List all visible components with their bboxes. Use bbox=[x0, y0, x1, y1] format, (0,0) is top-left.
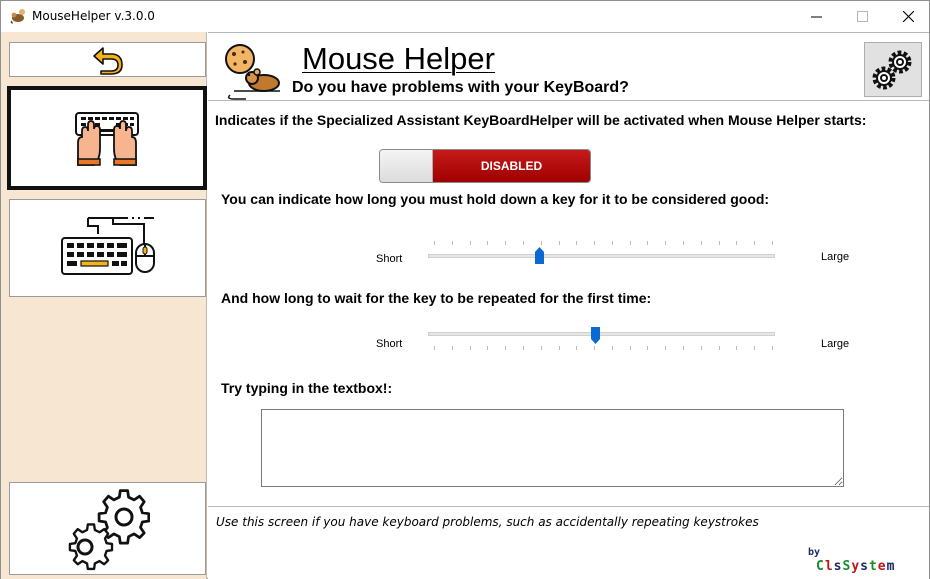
slider-tick bbox=[558, 346, 560, 350]
slider-tick bbox=[647, 241, 649, 245]
slider-tick bbox=[522, 241, 524, 245]
sidebar bbox=[1, 32, 207, 579]
brand-letter: t bbox=[868, 559, 878, 574]
slider-min-label: Short bbox=[376, 253, 403, 265]
back-button[interactable] bbox=[9, 42, 206, 77]
slider-tick bbox=[700, 346, 702, 350]
repeat-delay-slider[interactable]: Short Large bbox=[208, 322, 929, 362]
slider-max-label: Large bbox=[821, 251, 850, 263]
slider-tick bbox=[629, 346, 631, 350]
settings-button[interactable] bbox=[864, 42, 922, 97]
brand-logo: ClsSystem bbox=[816, 559, 895, 574]
slider-thumb[interactable] bbox=[590, 327, 601, 345]
sidebar-item-keyboard-mouse[interactable] bbox=[9, 199, 206, 297]
slider-max-label: Large bbox=[821, 338, 850, 350]
slider-tick bbox=[754, 241, 756, 245]
sidebar-item-settings[interactable] bbox=[9, 482, 206, 575]
slider-track[interactable] bbox=[428, 254, 775, 258]
slider-tick bbox=[469, 346, 471, 350]
mouse-cookie-icon bbox=[225, 44, 280, 100]
slider-thumb[interactable] bbox=[534, 247, 545, 265]
slider-tick bbox=[505, 241, 507, 245]
activate-label: Indicates if the Specialized Assistant K… bbox=[215, 112, 867, 128]
toggle-state-label: DISABLED bbox=[433, 150, 590, 182]
test-textbox[interactable] bbox=[261, 409, 844, 487]
app-window: MouseHelper v.3.0.0 Mouse Helper Do you … bbox=[0, 0, 930, 579]
minimize-button[interactable] bbox=[793, 1, 839, 32]
minimize-icon bbox=[810, 16, 822, 17]
gears-icon bbox=[68, 488, 150, 570]
slider-tick bbox=[540, 241, 542, 245]
slider-ticks bbox=[434, 241, 773, 247]
slider-tick bbox=[451, 346, 453, 350]
slider-tick bbox=[736, 241, 738, 245]
slider-tick bbox=[611, 346, 613, 350]
footer: Use this screen if you have keyboard pro… bbox=[208, 506, 929, 579]
help-text: Use this screen if you have keyboard pro… bbox=[216, 515, 759, 529]
by-label: by bbox=[808, 547, 821, 558]
brand-letter: y bbox=[851, 559, 861, 574]
brand-letter: m bbox=[886, 559, 896, 574]
slider-tick bbox=[451, 241, 453, 245]
brand-letter: l bbox=[824, 559, 834, 574]
slider-tick bbox=[594, 241, 596, 245]
slider-tick bbox=[736, 346, 738, 350]
gears-icon bbox=[872, 50, 912, 89]
brand-letter: C bbox=[816, 559, 825, 574]
main-panel: Mouse Helper Do you have problems with y… bbox=[208, 32, 929, 579]
hold-duration-slider[interactable]: Short Large bbox=[208, 237, 929, 277]
brand-letter: s bbox=[860, 559, 869, 574]
window-title: MouseHelper v.3.0.0 bbox=[32, 9, 155, 23]
keyboard-mouse-icon bbox=[60, 217, 155, 275]
maximize-button[interactable] bbox=[839, 1, 885, 32]
slider-tick bbox=[665, 346, 667, 350]
slider-tick bbox=[487, 241, 489, 245]
slider-tick bbox=[505, 346, 507, 350]
slider-tick bbox=[700, 241, 702, 245]
title-bar[interactable]: MouseHelper v.3.0.0 bbox=[1, 1, 929, 32]
slider-tick bbox=[540, 346, 542, 350]
repeat-delay-label: And how long to wait for the key to be r… bbox=[221, 290, 652, 306]
toggle-knob[interactable] bbox=[380, 150, 433, 182]
page-subtitle: Do you have problems with your KeyBoard? bbox=[292, 79, 629, 96]
slider-tick bbox=[718, 241, 720, 245]
maximize-icon bbox=[856, 11, 868, 22]
app-name: Mouse Helper bbox=[302, 41, 495, 76]
slider-tick bbox=[558, 241, 560, 245]
close-icon bbox=[902, 11, 914, 22]
slider-tick bbox=[683, 346, 685, 350]
slider-tick bbox=[434, 346, 435, 350]
slider-tick bbox=[611, 241, 613, 245]
brand-letter: e bbox=[877, 559, 887, 574]
slider-tick bbox=[772, 241, 773, 245]
slider-ticks bbox=[434, 346, 773, 352]
slider-tick bbox=[683, 241, 685, 245]
brand-letter: S bbox=[842, 559, 852, 574]
app-mouse-icon bbox=[10, 9, 25, 24]
sidebar-item-keyboard-hands[interactable] bbox=[7, 86, 207, 190]
slider-tick bbox=[629, 241, 631, 245]
slider-tick bbox=[754, 346, 756, 350]
slider-tick bbox=[647, 346, 649, 350]
slider-tick bbox=[434, 241, 435, 245]
slider-tick bbox=[665, 241, 667, 245]
slider-tick bbox=[576, 346, 578, 350]
slider-min-label: Short bbox=[376, 338, 403, 350]
try-typing-label: Try typing in the textbox!: bbox=[221, 380, 393, 396]
hold-duration-label: You can indicate how long you must hold … bbox=[221, 191, 770, 207]
slider-tick bbox=[522, 346, 524, 350]
slider-tick bbox=[594, 346, 596, 350]
slider-tick bbox=[469, 241, 471, 245]
slider-tick bbox=[718, 346, 720, 350]
slider-track[interactable] bbox=[428, 332, 775, 336]
header: Mouse Helper Do you have problems with y… bbox=[208, 32, 929, 101]
undo-arrow-icon bbox=[92, 46, 123, 75]
slider-tick bbox=[772, 346, 773, 350]
keyboard-helper-toggle[interactable]: DISABLED bbox=[379, 149, 591, 183]
slider-tick bbox=[487, 346, 489, 350]
keyboard-hands-icon bbox=[75, 112, 139, 166]
slider-tick bbox=[576, 241, 578, 245]
close-button[interactable] bbox=[885, 1, 930, 32]
